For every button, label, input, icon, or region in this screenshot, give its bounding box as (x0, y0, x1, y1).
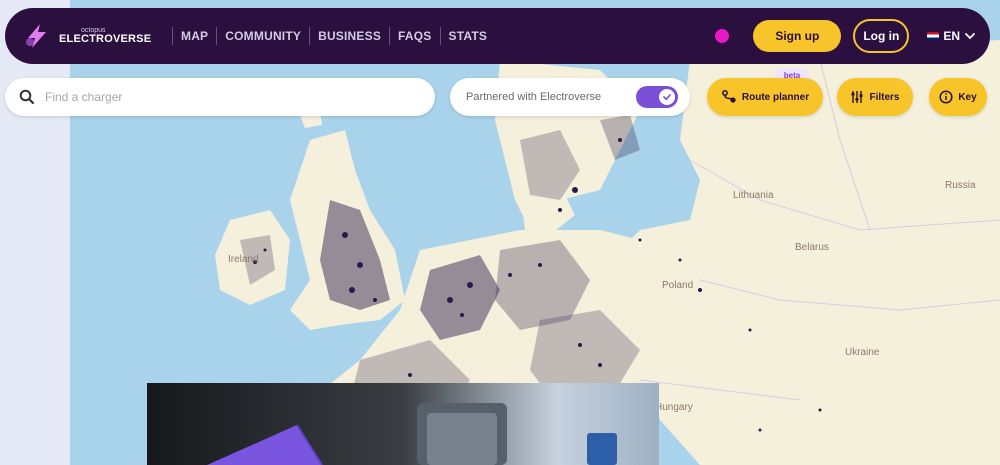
nav-divider (389, 27, 391, 45)
map-label-poland: Poland (662, 280, 693, 291)
map-label-hungary: Hungary (655, 402, 693, 413)
nav-divider (216, 27, 218, 45)
logo[interactable]: octopus ELECTROVERSE (21, 21, 156, 51)
map-label-ireland: Ireland (228, 254, 259, 265)
filters-label: Filters (869, 91, 900, 103)
partner-filter: Partnered with Electroverse (450, 78, 690, 116)
route-planner-button[interactable]: Route planner (707, 78, 823, 116)
search-icon (19, 89, 35, 105)
app-viewport: Lithuania Belarus Poland Hungary Ukraine… (0, 0, 1000, 465)
toggle-knob (659, 89, 675, 105)
chevron-down-icon (965, 33, 975, 40)
check-icon (663, 94, 671, 101)
nav-divider (172, 27, 173, 45)
search-input[interactable] (43, 89, 407, 105)
nav-links: MAP COMMUNITY BUSINESS FAQS STATS (164, 27, 487, 45)
partner-toggle[interactable] (636, 86, 678, 108)
lightning-logo-icon (21, 21, 53, 51)
promo-photo (147, 383, 659, 465)
map-label-lithuania: Lithuania (733, 190, 774, 201)
nav-link-stats[interactable]: STATS (449, 29, 488, 43)
filters-icon (851, 91, 863, 103)
map-label-russia: Russia (945, 180, 976, 191)
filters-button[interactable]: Filters (837, 78, 913, 116)
nav-link-business[interactable]: BUSINESS (318, 29, 381, 43)
language-selector[interactable]: EN (927, 29, 976, 43)
map-label-ukraine: Ukraine (845, 347, 880, 358)
route-planner-label: Route planner (741, 91, 810, 103)
nav-actions: Sign up Log in EN (715, 19, 976, 53)
notification-dot-icon (715, 29, 730, 43)
search-box (5, 78, 435, 116)
nav-divider (309, 27, 311, 45)
partner-filter-label: Partnered with Electroverse (466, 91, 602, 103)
left-decor-strip (0, 0, 70, 465)
signup-button[interactable]: Sign up (753, 20, 842, 52)
language-label: EN (943, 29, 960, 43)
login-button[interactable]: Log in (853, 19, 910, 53)
key-label: Key (958, 91, 977, 103)
map-label-belarus: Belarus (795, 242, 829, 253)
info-icon (939, 90, 953, 104)
route-icon (721, 90, 736, 103)
key-button[interactable]: Key (929, 78, 987, 116)
nav-link-community[interactable]: COMMUNITY (225, 29, 301, 43)
logo-title: ELECTROVERSE (59, 33, 152, 45)
nav-link-faqs[interactable]: FAQS (398, 29, 431, 43)
nav-link-map[interactable]: MAP (181, 29, 208, 43)
uk-flag-icon (927, 32, 940, 40)
top-navbar: octopus ELECTROVERSE MAP COMMUNITY BUSIN… (5, 8, 990, 64)
nav-divider (439, 27, 441, 45)
